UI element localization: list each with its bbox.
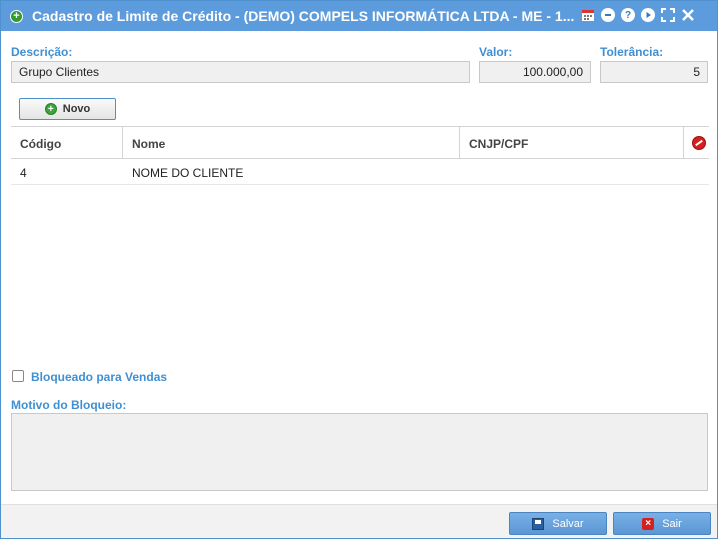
add-circle-icon: +: [10, 10, 23, 23]
table-row[interactable]: 4 NOME DO CLIENTE: [11, 159, 709, 185]
tolerancia-label: Tolerância:: [600, 45, 664, 59]
bloqueado-checkbox[interactable]: [12, 370, 24, 382]
title-bar[interactable]: + Cadastro de Limite de Crédito - (DEMO)…: [1, 1, 717, 31]
close-icon[interactable]: [681, 8, 695, 22]
window-title: Cadastro de Limite de Crédito - (DEMO) C…: [32, 8, 575, 24]
calendar-icon[interactable]: [581, 8, 595, 22]
credit-limit-window: + Cadastro de Limite de Crédito - (DEMO)…: [0, 0, 718, 539]
footer-bar: Salvar × Sair: [1, 504, 717, 538]
novo-button-label: Novo: [62, 103, 91, 115]
column-header-cnpj[interactable]: CNJP/CPF: [460, 127, 684, 159]
motivo-label: Motivo do Bloqueio:: [11, 398, 127, 412]
valor-label: Valor:: [479, 45, 513, 59]
motivo-textarea[interactable]: [11, 413, 708, 491]
column-header-codigo[interactable]: Código: [11, 127, 123, 159]
sair-button[interactable]: × Sair: [613, 512, 711, 535]
valor-field[interactable]: 100.000,00: [479, 61, 591, 83]
salvar-button[interactable]: Salvar: [509, 512, 607, 535]
clients-grid: Código Nome CNJP/CPF 4 NOME DO CLIENTE: [11, 126, 709, 356]
scrollbar[interactable]: [713, 31, 717, 501]
tolerancia-field[interactable]: 5: [600, 61, 708, 83]
bloqueado-label[interactable]: Bloqueado para Vendas: [31, 370, 167, 384]
exit-icon: ×: [642, 517, 655, 530]
descricao-label: Descrição:: [11, 45, 73, 59]
minimize-icon[interactable]: [601, 8, 615, 22]
descricao-field[interactable]: Grupo Clientes: [11, 61, 470, 83]
cell-codigo: 4: [20, 166, 27, 180]
title-tools: ?: [581, 8, 695, 22]
novo-button[interactable]: + Novo: [19, 98, 116, 120]
column-header-nome[interactable]: Nome: [123, 127, 460, 159]
delete-icon[interactable]: [692, 136, 706, 150]
grid-header: Código Nome CNJP/CPF: [11, 127, 709, 159]
sair-label: Sair: [662, 517, 682, 530]
next-icon[interactable]: [641, 8, 655, 22]
help-icon[interactable]: ?: [621, 8, 635, 22]
cell-nome: NOME DO CLIENTE: [132, 166, 244, 180]
maximize-icon[interactable]: [661, 8, 675, 22]
cell-cnpj: [460, 159, 684, 185]
add-icon: +: [44, 103, 57, 115]
salvar-label: Salvar: [552, 517, 584, 530]
save-icon: [532, 517, 545, 530]
